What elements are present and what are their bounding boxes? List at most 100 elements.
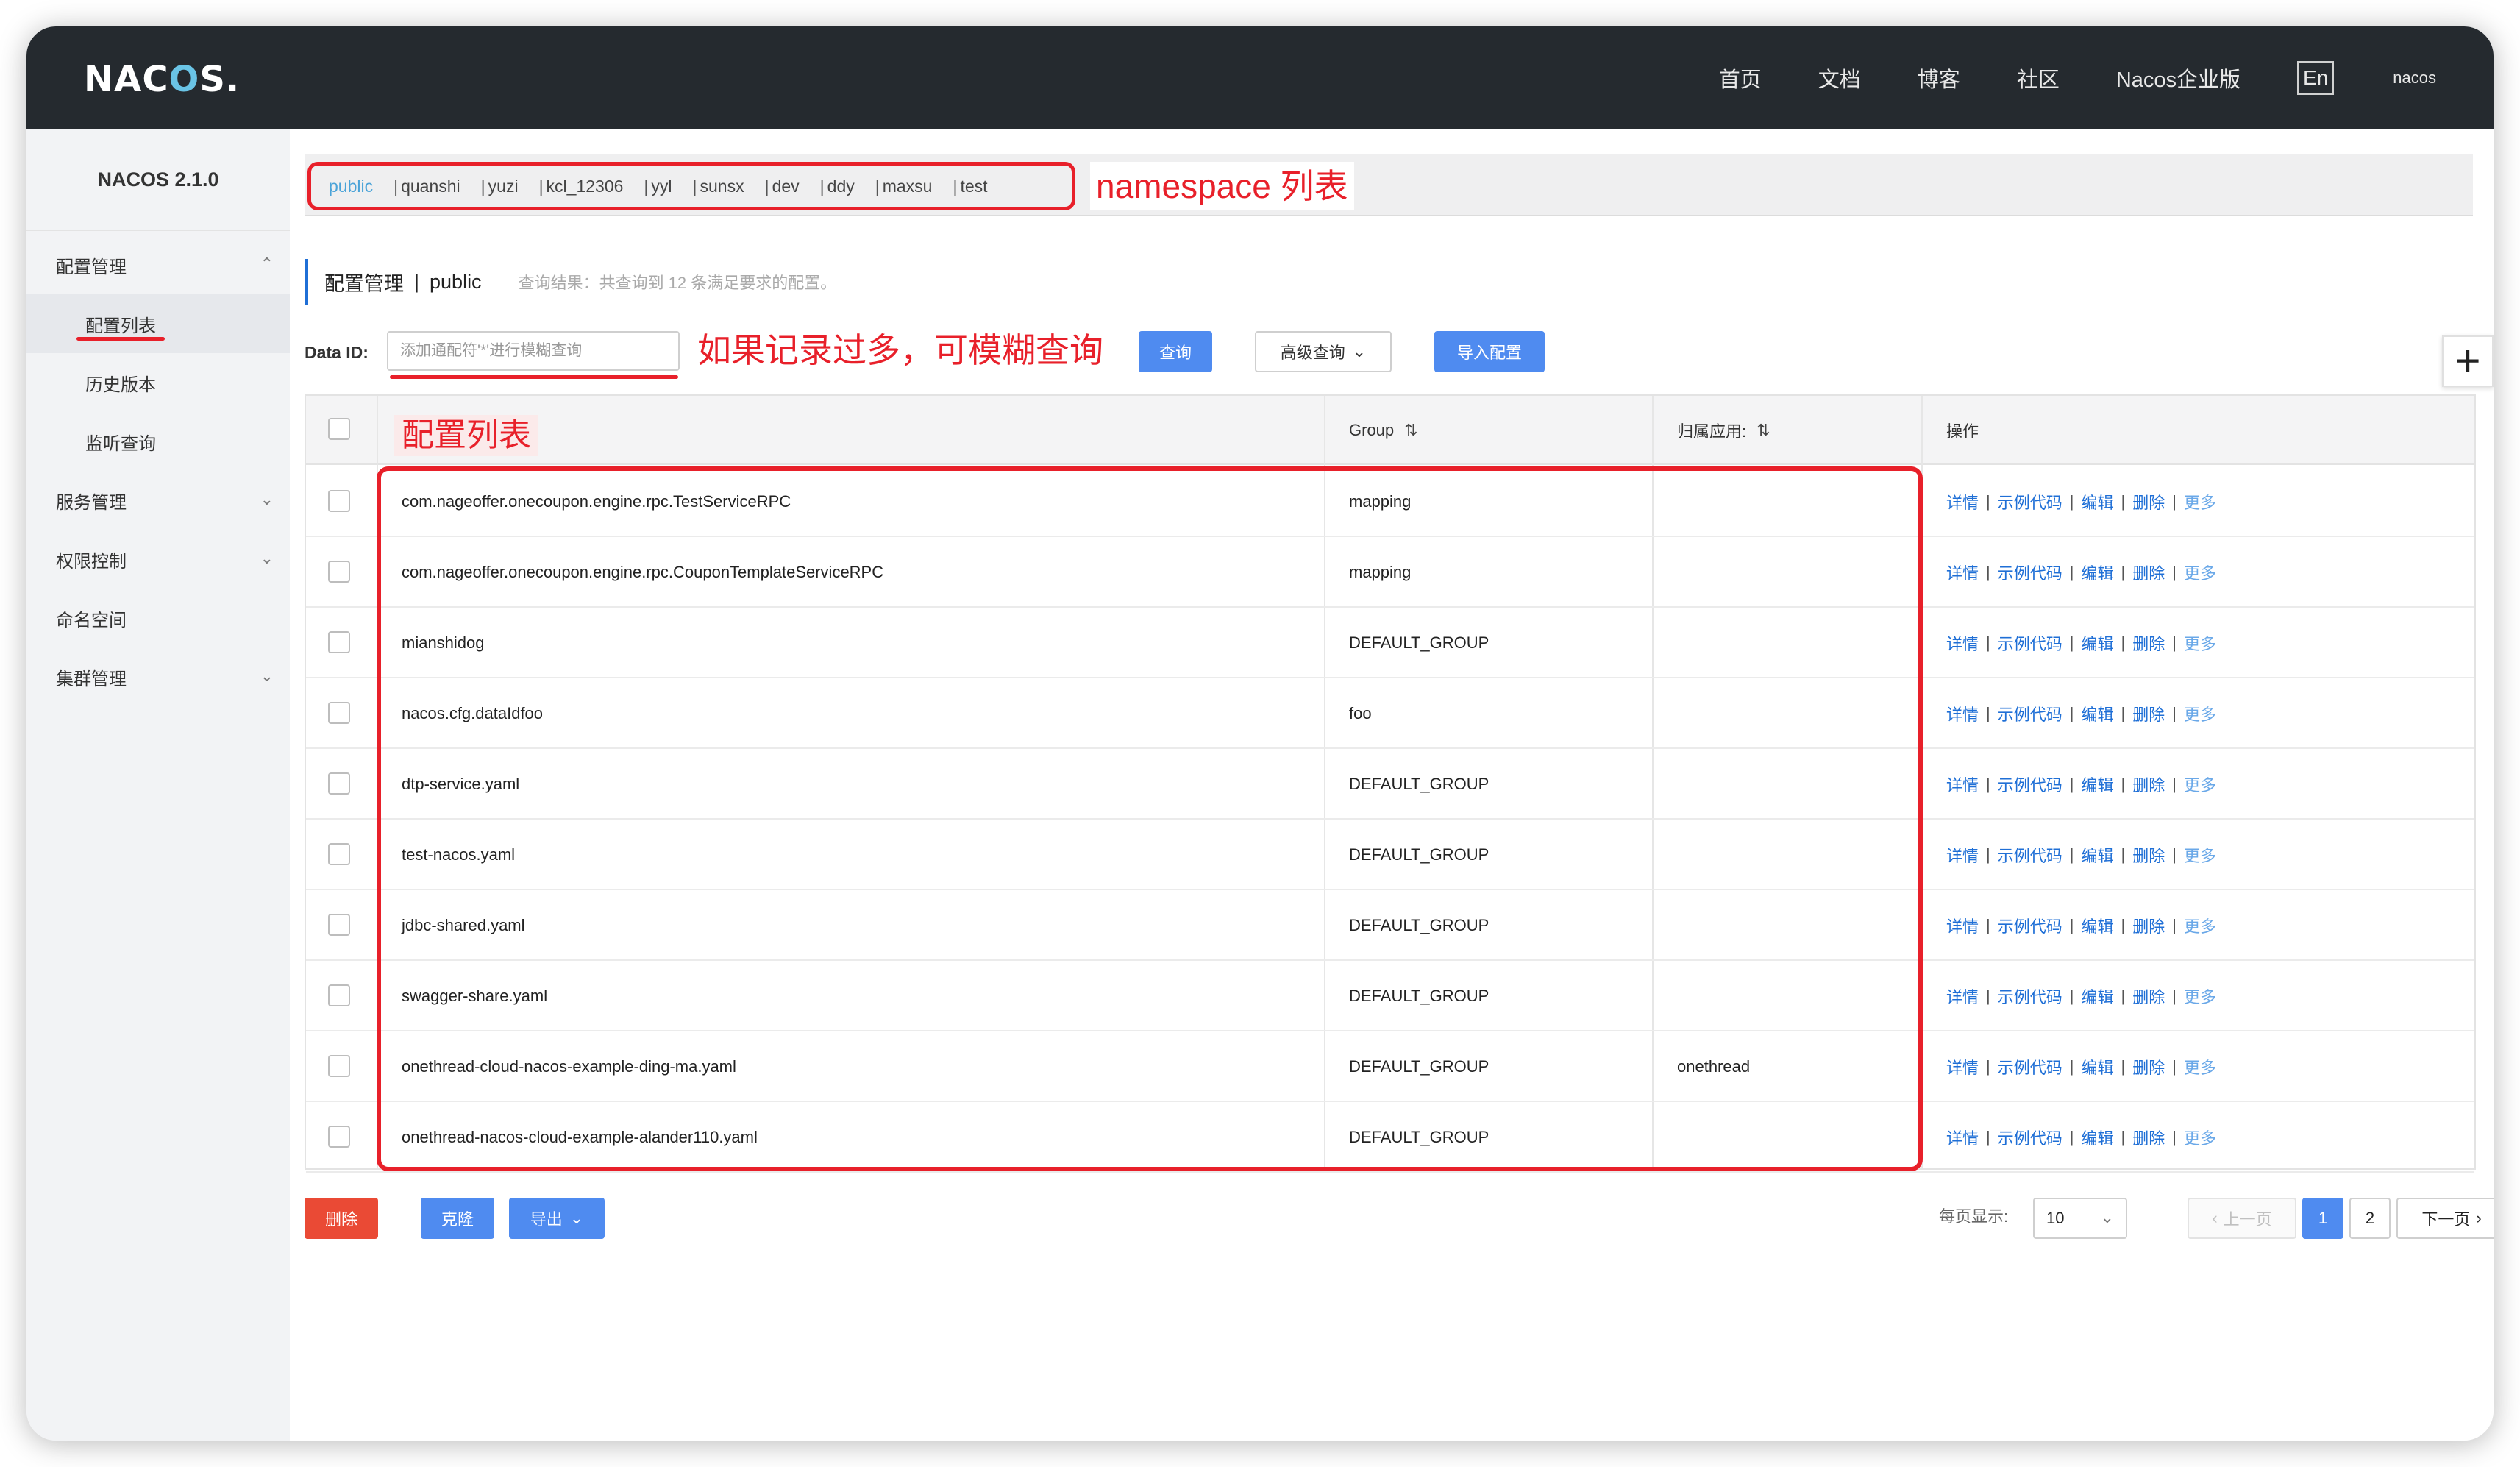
more-link[interactable]: 更多 [2184,702,2216,725]
namespace-tab[interactable]: dev [772,177,800,196]
edit-link[interactable]: 编辑 [2081,490,2113,514]
next-page-button[interactable]: 下一页 › [2396,1198,2494,1239]
nav-community[interactable]: 社区 [2017,63,2060,93]
edit-link[interactable]: 编辑 [2081,772,2113,796]
edit-link[interactable]: 编辑 [2081,702,2113,725]
sidebar-group-auth[interactable]: 权限控制 ⌄ [26,530,290,589]
sample-code-link[interactable]: 示例代码 [1998,843,2062,867]
more-link[interactable]: 更多 [2184,631,2216,655]
page-button-2[interactable]: 2 [2349,1198,2391,1239]
sidebar-group-service[interactable]: 服务管理 ⌄ [26,471,290,530]
edit-link[interactable]: 编辑 [2081,914,2113,937]
delete-link[interactable]: 删除 [2132,914,2165,937]
edit-link[interactable]: 编辑 [2081,984,2113,1008]
namespace-tab[interactable]: yuzi [488,177,519,196]
delete-link[interactable]: 删除 [2132,984,2165,1008]
detail-link[interactable]: 详情 [1946,702,1979,725]
delete-link[interactable]: 删除 [2132,702,2165,725]
namespace-tab[interactable]: kcl_12306 [547,177,624,196]
sample-code-link[interactable]: 示例代码 [1998,702,2062,725]
detail-link[interactable]: 详情 [1946,561,1979,584]
delete-link[interactable]: 删除 [2132,490,2165,514]
sample-code-link[interactable]: 示例代码 [1998,561,2062,584]
row-checkbox[interactable] [328,843,350,865]
nav-blog[interactable]: 博客 [1918,63,1960,93]
namespace-tab[interactable]: sunsx [700,177,744,196]
language-toggle-button[interactable]: En [2297,61,2335,95]
clone-button[interactable]: 克隆 [421,1198,494,1239]
detail-link[interactable]: 详情 [1946,1055,1979,1079]
delete-link[interactable]: 删除 [2132,1126,2165,1149]
delete-link[interactable]: 删除 [2132,561,2165,584]
row-checkbox[interactable] [328,631,350,653]
detail-link[interactable]: 详情 [1946,914,1979,937]
sample-code-link[interactable]: 示例代码 [1998,1055,2062,1079]
detail-link[interactable]: 详情 [1946,772,1979,796]
user-menu[interactable]: nacos [2393,68,2436,88]
nav-docs[interactable]: 文档 [1818,63,1861,93]
header-group[interactable]: Group ⇅ [1349,396,1418,465]
edit-link[interactable]: 编辑 [2081,843,2113,867]
edit-link[interactable]: 编辑 [2081,561,2113,584]
namespace-tab[interactable]: quanshi [401,177,460,196]
more-link[interactable]: 更多 [2184,561,2216,584]
more-link[interactable]: 更多 [2184,1055,2216,1079]
delete-link[interactable]: 删除 [2132,631,2165,655]
header-app[interactable]: 归属应用: ⇅ [1677,396,1770,465]
edit-link[interactable]: 编辑 [2081,1126,2113,1149]
sample-code-link[interactable]: 示例代码 [1998,490,2062,514]
sample-code-link[interactable]: 示例代码 [1998,631,2062,655]
row-checkbox[interactable] [328,561,350,583]
sidebar-group-cluster[interactable]: 集群管理 ⌄ [26,647,290,706]
delete-link[interactable]: 删除 [2132,772,2165,796]
row-checkbox[interactable] [328,984,350,1006]
edit-link[interactable]: 编辑 [2081,631,2113,655]
more-link[interactable]: 更多 [2184,914,2216,937]
nav-home[interactable]: 首页 [1719,63,1762,93]
namespace-tab[interactable]: yyl [651,177,672,196]
row-checkbox[interactable] [328,490,350,512]
edit-link[interactable]: 编辑 [2081,1055,2113,1079]
page-button-1[interactable]: 1 [2302,1198,2343,1239]
export-button[interactable]: 导出 ⌄ [509,1198,605,1239]
row-checkbox[interactable] [328,1126,350,1148]
row-checkbox[interactable] [328,1055,350,1077]
sidebar-group-config[interactable]: 配置管理 ⌃ [26,235,290,294]
detail-link[interactable]: 详情 [1946,984,1979,1008]
namespace-tab[interactable]: maxsu [883,177,933,196]
nav-enterprise[interactable]: Nacos企业版 [2116,63,2240,93]
sort-icon[interactable]: ⇅ [1404,421,1417,440]
page-size-select[interactable]: 10 ⌄ [2033,1198,2127,1239]
delete-button[interactable]: 删除 [305,1198,378,1239]
sample-code-link[interactable]: 示例代码 [1998,1126,2062,1149]
row-checkbox[interactable] [328,772,350,795]
row-checkbox[interactable] [328,914,350,936]
sort-icon[interactable]: ⇅ [1756,421,1770,440]
more-link[interactable]: 更多 [2184,772,2216,796]
detail-link[interactable]: 详情 [1946,490,1979,514]
namespace-tab[interactable]: ddy [827,177,855,196]
namespace-tab[interactable]: test [960,177,987,196]
more-link[interactable]: 更多 [2184,1126,2216,1149]
sidebar-item-history[interactable]: 历史版本 [26,353,290,412]
more-link[interactable]: 更多 [2184,984,2216,1008]
detail-link[interactable]: 详情 [1946,843,1979,867]
detail-link[interactable]: 详情 [1946,631,1979,655]
sample-code-link[interactable]: 示例代码 [1998,772,2062,796]
nacos-logo[interactable]: NACOS. [84,59,240,100]
add-config-button[interactable]: + [2442,335,2494,387]
prev-page-button[interactable]: ‹ 上一页 [2188,1198,2296,1239]
detail-link[interactable]: 详情 [1946,1126,1979,1149]
select-all-checkbox[interactable] [328,418,350,440]
query-button[interactable]: 查询 [1139,331,1212,372]
sidebar-group-namespace[interactable]: 命名空间 [26,589,290,647]
sidebar-item-config-list[interactable]: 配置列表 [26,294,290,353]
more-link[interactable]: 更多 [2184,490,2216,514]
import-config-button[interactable]: 导入配置 [1434,331,1545,372]
namespace-tab-public[interactable]: public [329,177,373,196]
advanced-query-button[interactable]: 高级查询 ⌄ [1255,331,1392,372]
sample-code-link[interactable]: 示例代码 [1998,984,2062,1008]
delete-link[interactable]: 删除 [2132,843,2165,867]
more-link[interactable]: 更多 [2184,843,2216,867]
row-checkbox[interactable] [328,702,350,724]
